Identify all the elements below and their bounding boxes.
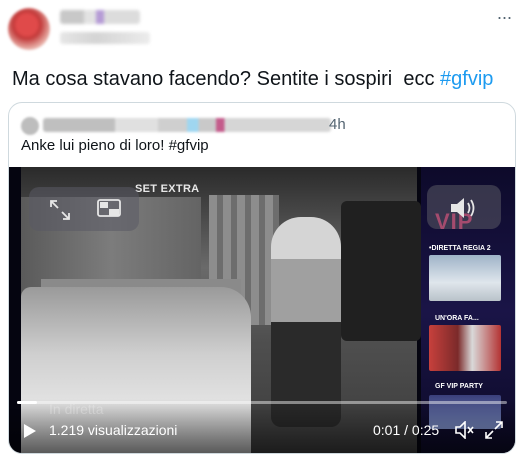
- thumb-2: [429, 325, 501, 371]
- thumb-label-2: UN'ORA FA...: [435, 315, 479, 322]
- quoted-time: 4h: [329, 116, 346, 133]
- author-name[interactable]: [60, 10, 140, 24]
- sound-control[interactable]: [427, 185, 501, 229]
- scene-person: [271, 217, 341, 427]
- thumb-label-3: GF VIP PARTY: [435, 383, 483, 390]
- thumb-label-1: •DIRETTA REGIA 2: [429, 245, 491, 252]
- video-controls: In diretta 1.219 visualizzazioni 0:01 / …: [9, 399, 515, 453]
- scene-closet: [341, 201, 421, 341]
- views-count: 1.219 visualizzazioni: [49, 422, 178, 438]
- video-time: 0:01 / 0:25: [373, 422, 440, 438]
- progress-fill: [17, 401, 37, 404]
- tweet-avatar[interactable]: [8, 8, 50, 50]
- expand-controls[interactable]: [29, 187, 139, 231]
- quoted-text: Anke lui pieno di loro! #gfvip: [21, 137, 209, 154]
- volume-icon[interactable]: [449, 197, 479, 219]
- expand-icon[interactable]: [49, 199, 71, 221]
- progress-bar[interactable]: [17, 401, 507, 404]
- quoted-avatar: [21, 117, 39, 135]
- fullscreen-icon[interactable]: [485, 421, 503, 439]
- quoted-author-name: [43, 118, 331, 132]
- quoted-tweet[interactable]: 4h Anke lui pieno di loro! #gfvip SET EX…: [8, 102, 516, 454]
- tweet-text: Ma cosa stavano facendo? Sentite i sospi…: [12, 66, 493, 92]
- thumb-1: [429, 255, 501, 301]
- tweet-text-body: Ma cosa stavano facendo? Sentite i sospi…: [12, 68, 441, 90]
- picture-in-picture-icon[interactable]: [97, 199, 121, 219]
- video-player[interactable]: SET EXTRA VIP •DIRETTA REGIA 2 UN'ORA FA…: [9, 167, 515, 453]
- more-icon[interactable]: ···: [494, 8, 514, 26]
- volume-icon[interactable]: [455, 421, 475, 439]
- play-icon[interactable]: [23, 423, 37, 439]
- tweet-hashtag[interactable]: #gfvip: [440, 68, 493, 90]
- set-extra-label: SET EXTRA: [135, 183, 200, 195]
- author-handle: [60, 32, 150, 44]
